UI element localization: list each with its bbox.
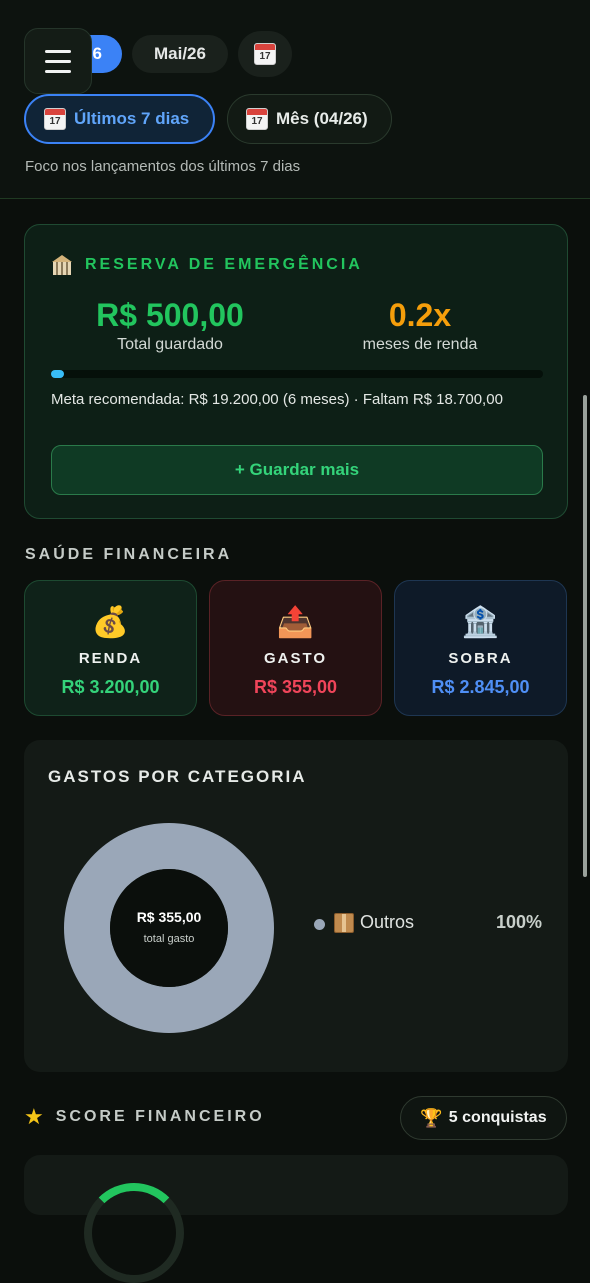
range-month-label: Mês (04/26)	[276, 109, 368, 128]
save-more-button[interactable]: + Guardar mais	[51, 445, 543, 495]
menu-button[interactable]	[24, 28, 92, 94]
range-last-7-days-button[interactable]: 17 Últimos 7 dias	[24, 94, 215, 144]
scrollbar-thumb[interactable]	[583, 395, 587, 877]
category-title: GASTOS POR CATEGORIA	[48, 767, 307, 786]
achievements-label: 5 conquistas	[448, 1109, 547, 1126]
expense-value: R$ 355,00	[253, 677, 338, 697]
hamburger-icon-bar	[45, 69, 71, 73]
focus-description: Foco nos lançamentos dos últimos 7 dias	[25, 158, 301, 175]
header: 6 Mai/26 17 17 Últimos 7 dias 17 Mês (04…	[0, 0, 590, 199]
health-section-title: SAÚDE FINANCEIRA	[25, 546, 233, 563]
donut-center-value: R$ 355,00	[137, 909, 202, 925]
calendar-icon: 17	[246, 108, 268, 130]
bank-icon: 🏦	[461, 606, 500, 639]
category-expenses-card: GASTOS POR CATEGORIA R$ 355,00 total gas…	[24, 740, 568, 1072]
hamburger-icon-bar	[45, 49, 71, 53]
expense-label: GASTO	[263, 650, 328, 667]
donut-center-label: total gasto	[144, 933, 195, 945]
trophy-icon: 🏆	[420, 1107, 443, 1128]
calendar-icon: 17	[44, 108, 66, 130]
legend-label-outros: Outros	[360, 912, 415, 932]
surplus-value: R$ 2.845,00	[431, 677, 530, 697]
calendar-button[interactable]: 17	[238, 31, 292, 77]
calendar-icon: 17	[254, 43, 276, 65]
income-value: R$ 3.200,00	[61, 677, 160, 697]
months-value: 0.2x	[388, 297, 452, 333]
income-card[interactable]: 💰 RENDA R$ 3.200,00	[24, 580, 197, 716]
range-month-button[interactable]: 17 Mês (04/26)	[227, 94, 392, 144]
surplus-card[interactable]: 🏦 SOBRA R$ 2.845,00	[394, 580, 567, 716]
hamburger-icon-bar	[45, 59, 71, 63]
money-bag-icon: 💰	[91, 606, 130, 639]
months-label: meses de renda	[362, 336, 478, 353]
donut-center	[110, 869, 228, 987]
saved-label: Total guardado	[117, 336, 223, 353]
reserve-progress-bar	[51, 370, 543, 378]
expense-card[interactable]: 📤 GASTO R$ 355,00	[209, 580, 382, 716]
meta-text: Meta recomendada: R$ 19.200,00 (6 meses)…	[51, 391, 503, 408]
score-card	[24, 1155, 568, 1283]
category-donut-chart: R$ 355,00 total gasto	[64, 823, 274, 1033]
surplus-label: SOBRA	[448, 650, 513, 667]
legend-dot-outros	[314, 919, 325, 930]
package-icon	[334, 912, 354, 933]
month-pill[interactable]: Mai/26	[132, 35, 228, 73]
emergency-title: RESERVA DE EMERGÊNCIA	[51, 255, 363, 275]
saved-value: R$ 500,00	[96, 297, 244, 333]
emergency-reserve-card: RESERVA DE EMERGÊNCIA R$ 500,00 Total gu…	[24, 224, 568, 519]
bank-icon	[51, 255, 73, 275]
reserve-progress-fill	[51, 370, 64, 378]
legend-percent-outros: 100%	[496, 912, 543, 932]
score-header: ★ SCORE FINANCEIRO	[24, 1106, 265, 1128]
emergency-title-text: RESERVA DE EMERGÊNCIA	[85, 256, 363, 273]
score-title: SCORE FINANCEIRO	[55, 1108, 265, 1125]
score-gauge	[84, 1183, 184, 1283]
outbox-tray-icon: 📤	[276, 606, 315, 639]
income-label: RENDA	[78, 650, 143, 667]
achievements-button[interactable]: 🏆 5 conquistas	[400, 1096, 567, 1140]
range-active-label: Últimos 7 dias	[74, 109, 190, 128]
star-icon: ★	[24, 1104, 44, 1129]
legend-item-outros[interactable]: Outros	[334, 912, 414, 933]
